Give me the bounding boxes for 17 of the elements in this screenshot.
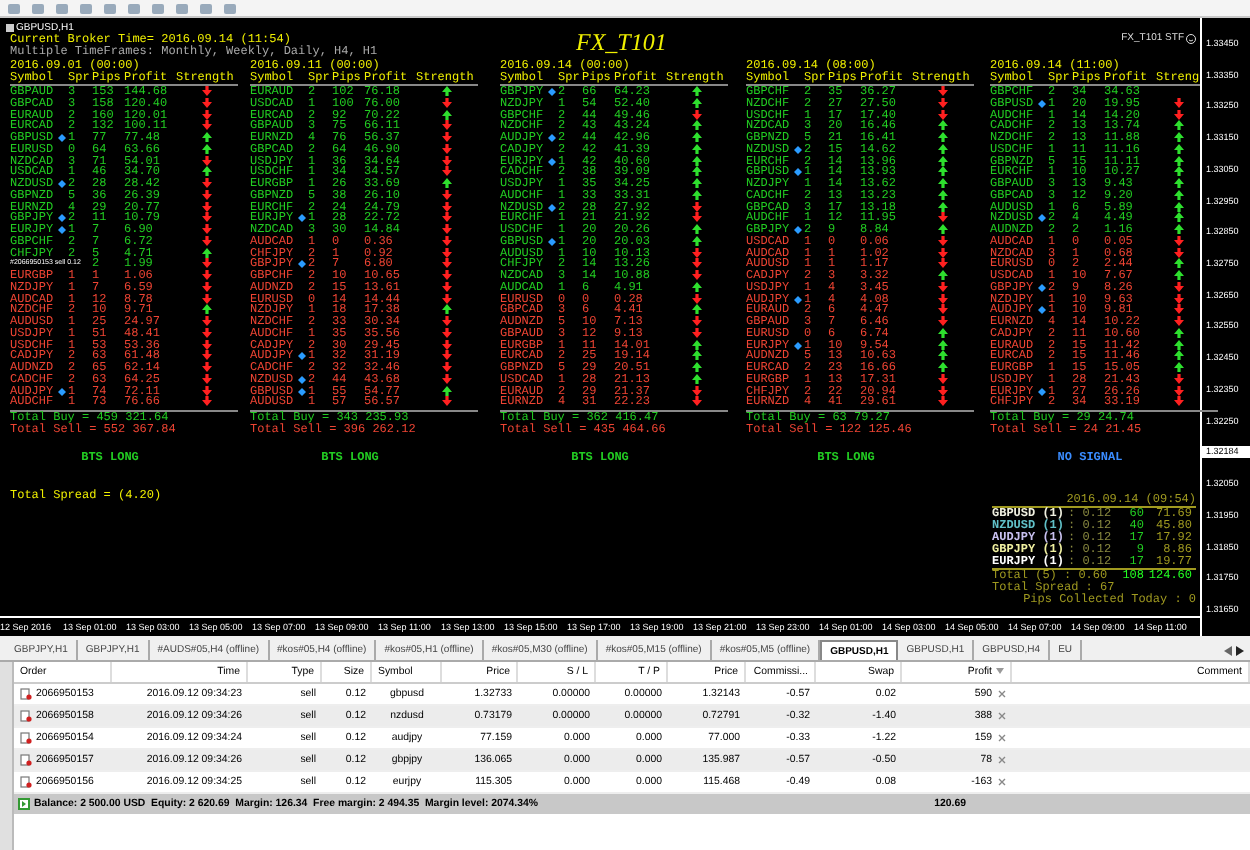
scroll-left-icon[interactable] bbox=[1224, 645, 1232, 655]
order-icon bbox=[20, 710, 32, 722]
close-icon[interactable] bbox=[998, 778, 1006, 786]
order-icon bbox=[20, 688, 32, 700]
close-icon[interactable] bbox=[998, 712, 1006, 720]
scroll-right-icon[interactable] bbox=[1236, 645, 1244, 655]
order-icon bbox=[20, 754, 32, 766]
smiley-icon bbox=[1186, 33, 1196, 43]
close-icon[interactable] bbox=[998, 690, 1006, 698]
order-icon bbox=[20, 732, 32, 744]
chart-icon bbox=[6, 24, 14, 32]
order-icon bbox=[20, 776, 32, 788]
close-icon[interactable] bbox=[998, 756, 1006, 764]
sort-icon bbox=[996, 668, 1004, 676]
close-icon[interactable] bbox=[998, 734, 1006, 742]
indicator-title: FX_T101 bbox=[576, 30, 667, 54]
balance-icon bbox=[18, 798, 30, 810]
